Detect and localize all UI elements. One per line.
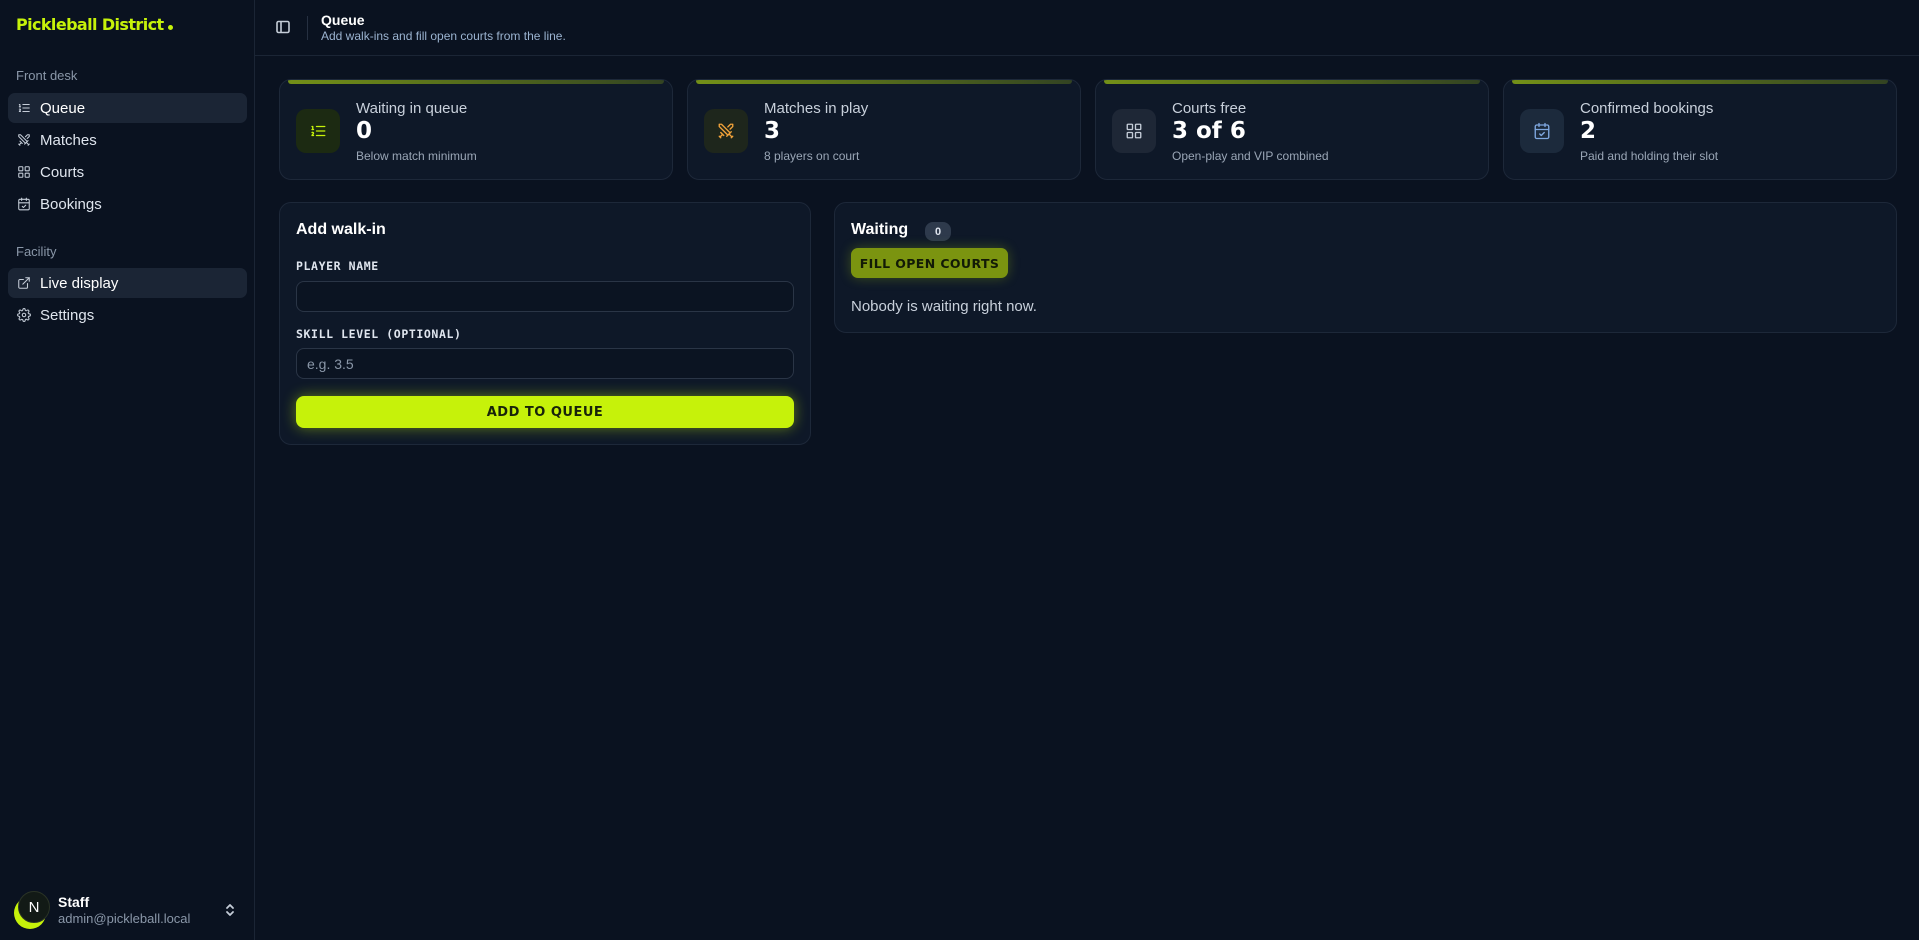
sidebar-item-label: Queue (40, 99, 86, 117)
stat-label: Waiting in queue (356, 100, 468, 117)
player-name-input[interactable] (296, 281, 794, 312)
stat-label: Matches in play (764, 100, 869, 117)
player-name-label: PLAYER NAME (296, 259, 379, 273)
user-email: admin@pickleball.local (58, 910, 191, 926)
stat-card-courts: Courts free 3 of 6 Open-play and VIP com… (1095, 79, 1489, 180)
stat-value: 3 of 6 (1172, 118, 1246, 144)
page-subtitle: Add walk-ins and fill open courts from t… (321, 29, 566, 43)
sidebar-item-label: Settings (40, 306, 95, 324)
sidebar-item-label: Matches (40, 131, 97, 149)
sidebar-item-matches[interactable]: Matches (8, 125, 247, 155)
add-walkin-title: Add walk-in (296, 221, 386, 238)
stat-label: Courts free (1172, 100, 1247, 117)
gear-icon (17, 308, 31, 322)
header-divider (307, 16, 308, 40)
sidebar-item-courts[interactable]: Courts (8, 157, 247, 187)
stat-card-matches: Matches in play 3 8 players on court (687, 79, 1081, 180)
sidebar-item-queue[interactable]: Queue (8, 93, 247, 123)
sidebar: Pickleball District Front desk Queue Mat… (0, 0, 255, 940)
stat-note: Open-play and VIP combined (1172, 149, 1329, 163)
stat-value: 2 (1580, 118, 1597, 144)
sidebar-item-label: Courts (40, 163, 85, 181)
swords-icon (17, 133, 31, 147)
stat-card-waiting: Waiting in queue 0 Below match minimum (279, 79, 673, 180)
skill-level-input[interactable] (296, 348, 794, 379)
stat-note: Paid and holding their slot (1580, 149, 1719, 163)
brand-logo[interactable]: Pickleball District (16, 15, 173, 34)
stat-value: 0 (356, 118, 373, 144)
grid-icon (1112, 109, 1156, 153)
page-title: Queue (321, 12, 365, 28)
add-walkin-panel: Add walk-in PLAYER NAME SKILL LEVEL (OPT… (279, 202, 811, 445)
list-ordered-icon (296, 109, 340, 153)
external-link-icon (17, 276, 31, 290)
waiting-count-badge: 0 (925, 222, 951, 241)
user-menu[interactable]: N Staff admin@pickleball.local (14, 890, 244, 930)
stat-accent-bar (696, 80, 1072, 84)
stat-card-bookings: Confirmed bookings 2 Paid and holding th… (1503, 79, 1897, 180)
calendar-check-icon (17, 197, 31, 211)
calendar-check-icon (1520, 109, 1564, 153)
fill-open-courts-button[interactable]: FILL OPEN COURTS (851, 248, 1008, 278)
stat-label: Confirmed bookings (1580, 100, 1714, 117)
sidebar-item-settings[interactable]: Settings (8, 300, 247, 330)
stat-accent-bar (1512, 80, 1888, 84)
stat-accent-bar (1104, 80, 1480, 84)
avatar: N (14, 891, 52, 929)
swords-icon (704, 109, 748, 153)
stat-accent-bar (288, 80, 664, 84)
waiting-panel: Waiting 0 FILL OPEN COURTS Nobody is wai… (834, 202, 1897, 333)
stat-value: 3 (764, 118, 781, 144)
stat-note: Below match minimum (356, 149, 477, 163)
sidebar-item-live-display[interactable]: Live display (8, 268, 247, 298)
sidebar-item-bookings[interactable]: Bookings (8, 189, 247, 219)
empty-queue-message: Nobody is waiting right now. (851, 298, 1037, 315)
page-header: Queue Add walk-ins and fill open courts … (255, 0, 1919, 56)
brand-dot (167, 25, 173, 30)
list-ordered-icon (17, 101, 31, 115)
sidebar-item-label: Bookings (40, 195, 102, 213)
sidebar-toggle-icon[interactable] (275, 19, 291, 35)
grid-icon (17, 165, 31, 179)
skill-level-label: SKILL LEVEL (OPTIONAL) (296, 327, 462, 341)
add-to-queue-button[interactable]: ADD TO QUEUE (296, 396, 794, 428)
user-name: Staff (58, 893, 90, 910)
chevrons-up-down-icon[interactable] (224, 902, 236, 918)
brand-name: Pickleball District (16, 15, 164, 34)
avatar-initial: N (18, 891, 50, 923)
sidebar-item-label: Live display (40, 274, 119, 292)
waiting-title: Waiting (851, 221, 909, 238)
sidebar-group-facility: Facility (16, 244, 57, 259)
sidebar-group-front-desk: Front desk (16, 68, 78, 83)
stat-note: 8 players on court (764, 149, 860, 163)
